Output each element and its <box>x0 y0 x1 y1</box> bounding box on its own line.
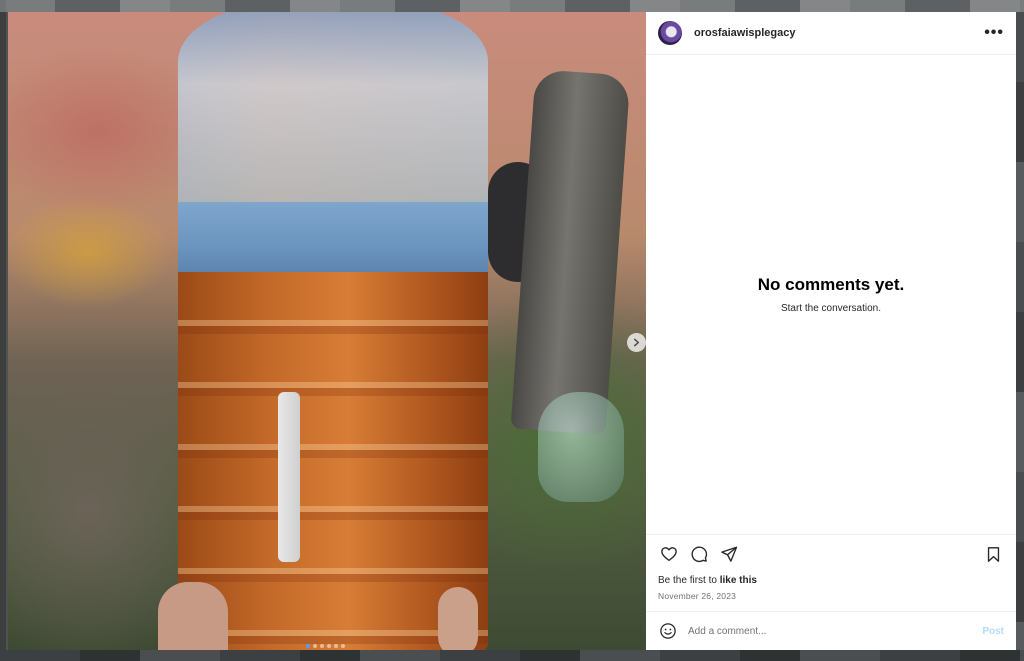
no-comments-subtitle: Start the conversation. <box>780 303 882 314</box>
chevron-right-icon <box>633 338 640 347</box>
photo-hand-fingers <box>438 587 478 650</box>
save-button[interactable] <box>982 543 1004 565</box>
comment-icon <box>691 546 708 563</box>
comment-button[interactable] <box>688 543 710 565</box>
likes-summary: Be the first to like this <box>646 573 1016 586</box>
post-date[interactable]: November 26, 2023 <box>646 586 1016 611</box>
background-thumbnails-top <box>0 0 1024 12</box>
comments-area: No comments yet. Start the conversation. <box>646 55 1016 535</box>
carousel-dot <box>320 644 324 648</box>
carousel-dot <box>327 644 331 648</box>
post-media[interactable] <box>8 12 646 650</box>
username-link[interactable]: orosfaiawisplegacy <box>694 27 796 39</box>
likes-prefix: Be the first to <box>658 575 720 586</box>
heart-icon <box>661 547 677 562</box>
carousel-dot <box>334 644 338 648</box>
carousel-dot <box>313 644 317 648</box>
post-actions <box>646 535 1016 573</box>
background-thumbnails-right <box>1016 12 1024 650</box>
carousel-dot <box>306 644 310 648</box>
bookmark-icon <box>987 546 999 562</box>
no-comments-title: No comments yet. <box>757 275 905 294</box>
photo-tree <box>510 69 631 435</box>
emoji-icon <box>660 623 676 639</box>
photo-bottle <box>178 12 488 650</box>
photo-bottle-label <box>278 392 300 562</box>
carousel-next-button[interactable] <box>627 333 646 352</box>
post-side-panel: orosfaiawisplegacy ••• No comments yet. … <box>646 12 1016 650</box>
carousel-indicator <box>306 644 345 648</box>
comment-composer: Post <box>646 611 1016 650</box>
post-header: orosfaiawisplegacy ••• <box>646 12 1016 55</box>
like-this-link[interactable]: like this <box>720 575 757 586</box>
post-comment-button[interactable]: Post <box>982 626 1004 637</box>
emoji-button[interactable] <box>658 621 678 641</box>
share-button[interactable] <box>718 543 740 565</box>
photo-glass-jug <box>538 392 624 502</box>
share-icon <box>721 546 738 562</box>
more-icon[interactable]: ••• <box>984 24 1004 42</box>
comment-input[interactable] <box>686 624 983 638</box>
background-thumbnails-bottom <box>0 650 1024 661</box>
photo-hand <box>158 582 228 650</box>
avatar[interactable] <box>658 21 682 45</box>
like-button[interactable] <box>658 543 680 565</box>
carousel-dot <box>341 644 345 648</box>
